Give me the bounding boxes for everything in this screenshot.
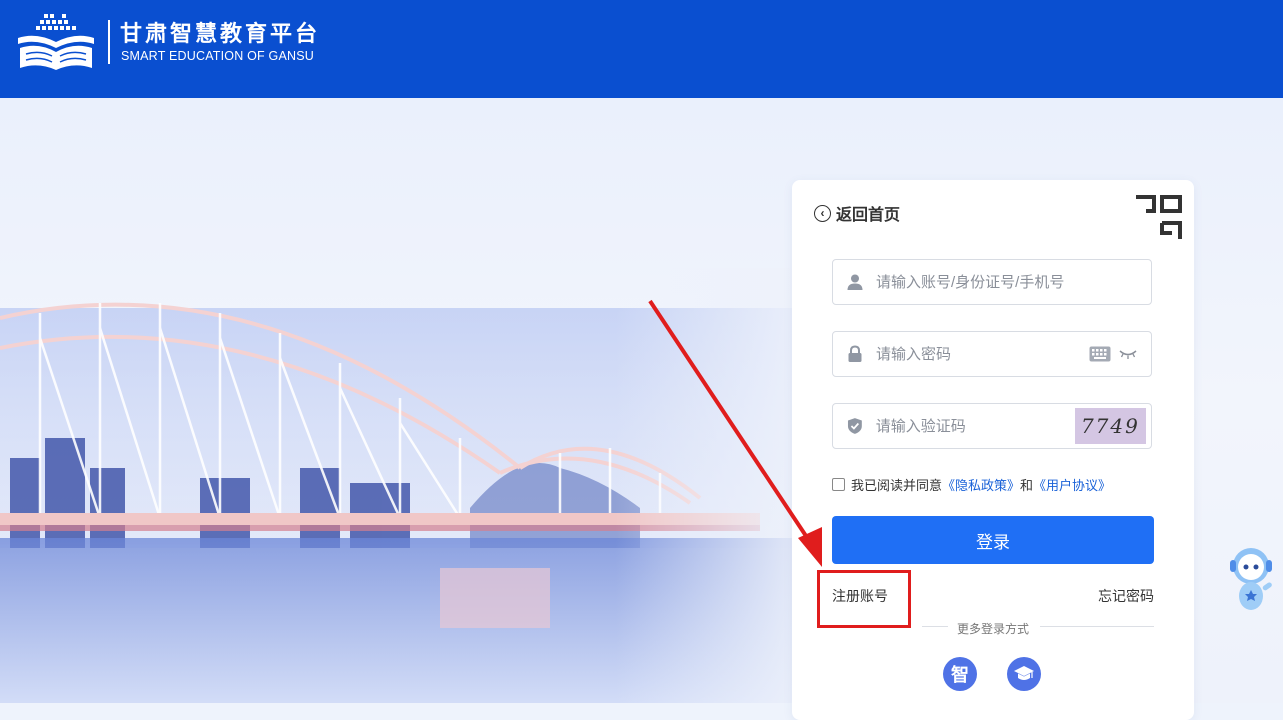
zhi-icon[interactable]: 智: [943, 657, 977, 691]
annotation-arrow: [648, 299, 822, 567]
lock-icon: [848, 345, 862, 362]
password-input[interactable]: [876, 345, 1089, 363]
eye-closed-icon[interactable]: [1119, 348, 1137, 360]
more-login-methods-label: 更多登录方式: [956, 622, 1029, 636]
captcha-input[interactable]: [875, 417, 1075, 435]
back-home-link[interactable]: ‹ 返回首页: [814, 201, 900, 225]
captcha-field[interactable]: 7749: [832, 403, 1152, 449]
shield-check-icon: [847, 418, 862, 434]
top-header: 甘肃智慧教育平台 SMART EDUCATION OF GANSU: [0, 0, 1283, 98]
keyboard-icon[interactable]: [1089, 346, 1111, 362]
agreement-prefix: 我已阅读并同意: [851, 478, 943, 493]
agreement-row: 我已阅读并同意 《隐私政策》 和 《用户协议》: [832, 475, 1111, 494]
chevron-left-icon: ‹: [814, 204, 831, 222]
agreement-and: 和: [1020, 478, 1034, 493]
back-home-label: 返回首页: [836, 207, 901, 224]
user-agreement-link[interactable]: 《用户协议》: [1033, 475, 1111, 494]
open-book-logo-icon: [18, 14, 94, 70]
account-input[interactable]: [876, 273, 1151, 291]
login-button[interactable]: 登录: [832, 516, 1154, 564]
qr-code-icon[interactable]: [1134, 193, 1182, 241]
divider-left: [922, 626, 948, 627]
forgot-password-link[interactable]: 忘记密码: [1098, 586, 1154, 606]
platform-subtitle: SMART EDUCATION OF GANSU: [121, 49, 315, 63]
privacy-policy-link[interactable]: 《隐私政策》: [942, 475, 1020, 494]
annotation-highlight-box: [817, 570, 911, 628]
graduation-cap-glyph: [1014, 666, 1034, 680]
graduation-cap-icon[interactable]: [1007, 657, 1041, 691]
divider-right: [1040, 626, 1154, 627]
login-card: ‹ 返回首页 请输入账号/身份证号/手机号 请输入验证码 7749 我已阅读并同…: [792, 180, 1194, 720]
logo-divider: [108, 20, 110, 64]
captcha-image[interactable]: 7749: [1074, 408, 1146, 444]
account-field[interactable]: [832, 259, 1152, 305]
password-field[interactable]: [832, 331, 1152, 377]
assistant-robot-icon[interactable]: [1224, 544, 1278, 616]
platform-title: 甘肃智慧教育平台: [120, 21, 321, 46]
user-icon: [847, 274, 863, 290]
